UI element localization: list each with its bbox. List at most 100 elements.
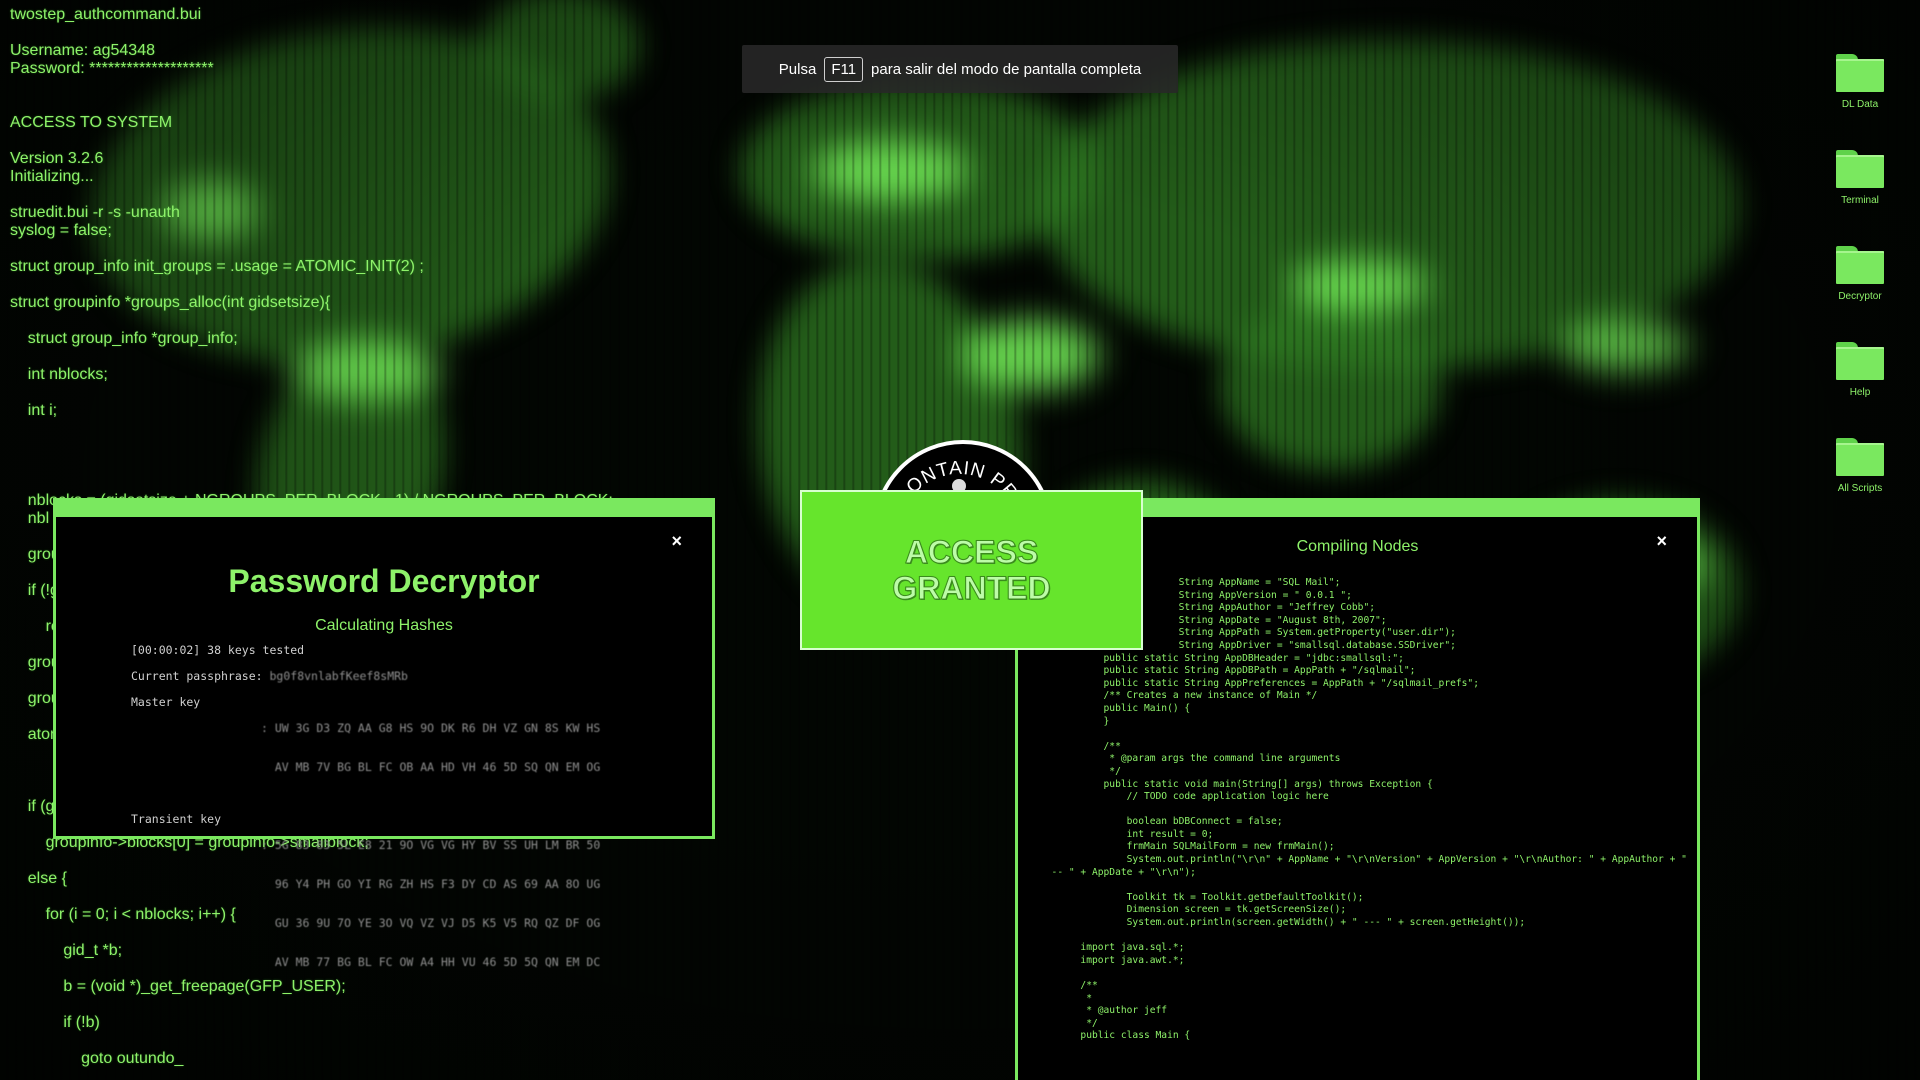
password-decryptor-window: × Password Decryptor Calculating Hashes …	[53, 498, 715, 969]
decryptor-output: [00:00:02] 38 keys tested Current passph…	[131, 644, 600, 995]
code-line: public Main() {	[1040, 702, 1191, 714]
code-line: */	[1040, 765, 1121, 777]
terminal-line: int nblocks;	[10, 366, 108, 383]
code-line: public class Main {	[1040, 1030, 1191, 1042]
terminal-line: syslog = false;	[10, 222, 112, 239]
code-line: }	[1040, 715, 1110, 727]
transient-key-row: GU 36 9U 7O YE 3O VQ VZ VJ D5 K5 V5 RQ Q…	[261, 916, 601, 930]
code-line: boolean bDBConnect = false;	[1040, 816, 1283, 828]
desktop-icon-label: All Scripts	[1837, 483, 1883, 494]
desktop-icons: DL Data Terminal Decryptor Help All Scri…	[1820, 50, 1900, 530]
granted-line: GRANTED	[892, 570, 1051, 607]
terminal-line: Version 3.2.6	[10, 150, 104, 167]
master-key-row: AV MB 7V BG BL FC OB AA HD VH 46 5D SQ Q…	[261, 760, 601, 774]
terminal-line: Initializing...	[10, 168, 94, 185]
terminal-line: Password: ********************	[10, 60, 214, 77]
code-line: /**	[1040, 740, 1121, 752]
desktop-icon-terminal[interactable]: Terminal	[1820, 150, 1900, 242]
fullscreen-notice-pre: Pulsa	[778, 60, 817, 78]
folder-icon	[1836, 54, 1884, 92]
code-line: public static String AppDBPath = AppPath…	[1040, 665, 1416, 677]
terminal-line: goto outundo_	[10, 1050, 184, 1067]
code-line: /**	[1040, 980, 1098, 991]
code-line: frmMain SQLMailForm = new frmMain();	[1040, 841, 1335, 853]
desktop-icon-all-scripts[interactable]: All Scripts	[1820, 438, 1900, 530]
access-granted-banner: ACCESS GRANTED	[800, 490, 1143, 650]
transient-key-label: Transient key	[131, 812, 222, 826]
desktop-icon-label: DL Data	[1841, 99, 1879, 110]
code-line: public static String AppDBHeader = "jdbc…	[1040, 652, 1404, 664]
fullscreen-notice: Pulsa F11 para salir del modo de pantall…	[742, 45, 1178, 93]
transient-key-row: 96 Y4 PH GO YI RG ZH HS F3 DY CD AS 69 A…	[261, 877, 601, 891]
code-line: Toolkit tk = Toolkit.getDefaultToolkit()…	[1040, 891, 1364, 903]
desktop-icon-dl-data[interactable]: DL Data	[1820, 54, 1900, 146]
master-key-label: Master key	[131, 695, 201, 709]
folder-icon	[1836, 342, 1884, 380]
code-line: Dimension screen = tk.getScreenSize();	[1040, 904, 1347, 916]
terminal-line: struct groupinfo *groups_alloc(int gidse…	[10, 294, 331, 311]
code-line: System.out.println("\r\n" + AppName + "\…	[1040, 854, 1687, 866]
code-line: /** Creates a new instance of Main */	[1040, 690, 1318, 702]
code-line: *	[1040, 992, 1092, 1004]
passphrase-label: Current passphrase:	[131, 669, 263, 683]
code-line: public static String AppPreferences = Ap…	[1040, 677, 1479, 689]
terminal-line: struct group_info *group_info;	[10, 330, 238, 347]
desktop-icon-label: Decryptor	[1838, 291, 1882, 302]
desktop-icon-decryptor[interactable]: Decryptor	[1820, 246, 1900, 338]
terminal-line: twostep_authcommand.bui	[10, 6, 202, 23]
keys-tested-status: [00:00:02] 38 keys tested	[131, 643, 305, 657]
passphrase-value: bg0f8vnlabfKeef8sMRb	[269, 669, 408, 683]
fullscreen-notice-post: para salir del modo de pantalla completa	[871, 60, 1142, 78]
code-line: import java.sql.*;	[1040, 942, 1185, 954]
terminal-line: struedit.bui -r -s -unauth	[10, 204, 180, 221]
terminal-line: ACCESS TO SYSTEM	[10, 114, 173, 131]
folder-icon	[1836, 438, 1884, 476]
master-key-row: : UW 3G D3 ZQ AA G8 HS 9O DK R6 DH VZ GN…	[261, 721, 601, 735]
terminal-line: if (!b)	[10, 1014, 100, 1031]
f11-key: F11	[824, 56, 864, 82]
code-line: */	[1040, 1017, 1098, 1029]
code-line: -- " + AppDate + "\r\n");	[1040, 866, 1196, 878]
desktop-icon-label: Terminal	[1841, 195, 1879, 206]
code-line: public static void main(String[] args) t…	[1040, 778, 1433, 790]
transient-key-row: : 5G 83 83 5L E8 21 9O VG VG HY BV SS UH…	[261, 838, 601, 852]
close-button[interactable]: ×	[671, 531, 682, 552]
desktop-icon-label: Help	[1849, 387, 1871, 398]
code-line: * @author jeff	[1040, 1005, 1168, 1017]
code-line: int result = 0;	[1040, 828, 1214, 840]
code-line: // TODO code application logic here	[1040, 791, 1329, 803]
desktop-icon-help[interactable]: Help	[1820, 342, 1900, 434]
code-line: System.out.println(screen.getWidth() + "…	[1040, 917, 1526, 929]
access-line: ACCESS	[904, 534, 1039, 571]
terminal-line: struct group_info init_groups = .usage =…	[10, 258, 424, 275]
window-titlebar[interactable]	[56, 501, 712, 517]
folder-icon	[1836, 246, 1884, 284]
terminal-line: Username: ag54348	[10, 42, 155, 59]
folder-icon	[1836, 150, 1884, 188]
code-line: import java.awt.*;	[1040, 954, 1185, 966]
window-subtitle: Calculating Hashes	[315, 617, 453, 634]
code-line: * @param args the command line arguments	[1040, 753, 1341, 765]
transient-key-row: AV MB 77 BG BL FC OW A4 HH VU 46 5D 5Q Q…	[261, 955, 601, 969]
window-title: Password Decryptor	[228, 563, 540, 599]
